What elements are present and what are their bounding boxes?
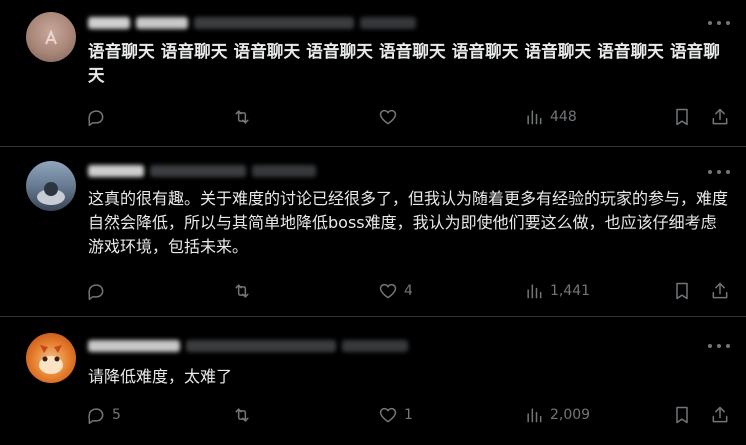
view-count: 448 — [550, 109, 577, 125]
share-button[interactable] — [710, 403, 730, 427]
bookmark-button[interactable] — [672, 403, 692, 427]
reply-button[interactable]: 5 — [86, 403, 121, 427]
heart-icon — [379, 407, 397, 423]
post-header-redacted — [88, 16, 416, 30]
avatar[interactable] — [26, 161, 76, 211]
post-text: 请降低难度，太难了 — [88, 367, 233, 386]
like-button[interactable]: 4 — [378, 279, 413, 303]
redacted-display-name — [88, 165, 144, 177]
redacted-date — [252, 165, 316, 177]
views-icon — [527, 110, 542, 125]
post-3[interactable]: 请降低难度，太难了 5 1 2,009 — [0, 316, 746, 445]
reply-count: 5 — [112, 407, 121, 423]
avatar-placeholder-icon — [45, 29, 57, 45]
bookmark-icon — [676, 406, 688, 424]
post-1[interactable]: 语音聊天 语音聊天 语音聊天 语音聊天 语音聊天 语音聊天 语音聊天 语音聊天 … — [0, 0, 746, 146]
redacted-date — [342, 340, 408, 352]
reply-icon — [88, 408, 104, 425]
views-button[interactable]: 1,441 — [524, 279, 590, 303]
redacted-handle — [194, 17, 354, 29]
like-button[interactable]: 1 — [378, 403, 413, 427]
share-icon — [712, 282, 728, 299]
like-count: 4 — [404, 283, 413, 299]
view-count: 1,441 — [550, 283, 591, 299]
views-icon — [527, 284, 542, 299]
share-button[interactable] — [710, 279, 730, 303]
avatar-image-icon — [37, 182, 65, 205]
avatar[interactable] — [26, 333, 76, 383]
retweet-button[interactable] — [232, 279, 258, 303]
post-header-redacted — [88, 164, 316, 178]
redacted-display-name — [88, 17, 130, 29]
like-button[interactable] — [378, 105, 404, 129]
bookmark-icon — [676, 108, 688, 126]
share-icon — [712, 406, 728, 423]
redacted-display-name — [136, 17, 188, 29]
post-text: 语音聊天 语音聊天 语音聊天 语音聊天 语音聊天 语音聊天 语音聊天 语音聊天 … — [88, 42, 721, 85]
view-count: 2,009 — [550, 407, 591, 423]
bookmark-button[interactable] — [672, 279, 692, 303]
redacted-display-name — [88, 340, 180, 352]
redacted-handle — [150, 165, 246, 177]
post-text: 这真的很有趣。关于难度的讨论已经很多了，但我认为随着更多有经验的玩家的参与，难度… — [88, 189, 729, 256]
views-icon — [527, 408, 542, 423]
action-bar: 5 1 2,009 — [86, 403, 736, 427]
share-icon — [712, 108, 728, 125]
more-icon[interactable] — [708, 165, 730, 179]
avatar-image-icon — [39, 345, 63, 374]
share-button[interactable] — [710, 105, 730, 129]
heart-icon — [379, 109, 397, 125]
reply-icon — [88, 284, 104, 301]
avatar[interactable] — [26, 12, 76, 62]
bookmark-icon — [676, 282, 688, 300]
retweet-icon — [235, 110, 249, 124]
reply-icon — [88, 110, 104, 127]
like-count: 1 — [404, 407, 413, 423]
heart-icon — [379, 283, 397, 299]
bookmark-button[interactable] — [672, 105, 692, 129]
retweet-icon — [235, 408, 249, 422]
more-icon[interactable] — [708, 339, 730, 353]
action-bar: 448 — [86, 105, 736, 129]
reply-button[interactable] — [86, 279, 112, 303]
views-button[interactable]: 448 — [524, 105, 577, 129]
more-icon[interactable] — [708, 16, 730, 30]
post-header-redacted — [88, 339, 408, 353]
redacted-date — [360, 17, 416, 29]
views-button[interactable]: 2,009 — [524, 403, 590, 427]
redacted-handle — [186, 340, 336, 352]
retweet-icon — [235, 284, 249, 298]
retweet-button[interactable] — [232, 105, 258, 129]
post-2[interactable]: 这真的很有趣。关于难度的讨论已经很多了，但我认为随着更多有经验的玩家的参与，难度… — [0, 146, 746, 317]
retweet-button[interactable] — [232, 403, 258, 427]
action-bar: 4 1,441 — [86, 279, 736, 303]
reply-button[interactable] — [86, 105, 112, 129]
